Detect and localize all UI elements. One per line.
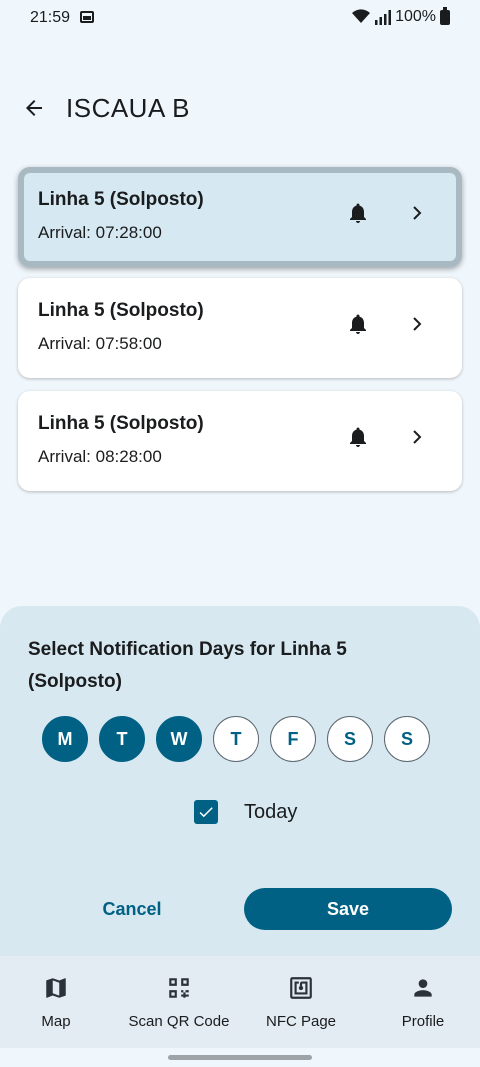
arrival-card[interactable]: Linha 5 (Solposto) Arrival: 08:28:00 [18, 391, 462, 491]
page-title: ISCAUA B [66, 93, 190, 123]
arrival-card[interactable]: Linha 5 (Solposto) Arrival: 07:58:00 [18, 278, 462, 378]
day-toggle-friday[interactable]: F [270, 716, 316, 762]
nav-label: Profile [401, 1013, 445, 1030]
wifi-icon [352, 9, 371, 23]
today-option: Today [194, 800, 297, 824]
signal-icon [375, 9, 392, 25]
chevron-right-icon[interactable] [404, 425, 428, 449]
nav-item-scan-qr[interactable]: Scan QR Code [119, 956, 239, 1048]
route-name: Linha 5 (Solposto) [38, 413, 204, 434]
qr-code-icon [169, 978, 189, 998]
day-toggle-saturday[interactable]: S [327, 716, 373, 762]
nav-item-profile[interactable]: Profile [383, 956, 463, 1048]
today-label: Today [244, 800, 298, 823]
day-toggle-wednesday[interactable]: W [156, 716, 202, 762]
arrival-card[interactable]: Linha 5 (Solposto) Arrival: 07:28:00 [18, 167, 462, 267]
arrow-back-icon [26, 100, 42, 116]
day-toggle-monday[interactable]: M [42, 716, 88, 762]
arrival-time: Arrival: 08:28:00 [38, 447, 162, 466]
person-icon [414, 979, 432, 997]
day-toggle-sunday[interactable]: S [384, 716, 430, 762]
status-bar: 21:59 100% [0, 0, 480, 36]
gallery-notification-icon [80, 11, 94, 23]
nav-item-nfc[interactable]: NFC Page [256, 956, 346, 1048]
arrival-time: Arrival: 07:28:00 [38, 223, 162, 242]
arrival-time: Arrival: 07:58:00 [38, 334, 162, 353]
today-checkbox[interactable] [194, 800, 218, 824]
route-name: Linha 5 (Solposto) [38, 189, 204, 210]
sheet-title: Select Notification Days for Linha 5 (So… [28, 639, 347, 692]
top-app-bar: ISCAUA B [0, 80, 480, 136]
check-icon [199, 807, 213, 818]
day-toggle-tuesday[interactable]: T [99, 716, 145, 762]
nav-label: NFC Page [265, 1013, 337, 1030]
route-name: Linha 5 (Solposto) [38, 300, 204, 321]
save-button[interactable]: Save [244, 888, 452, 930]
cancel-button[interactable]: Cancel [50, 888, 214, 930]
nav-label: Map [41, 1013, 71, 1030]
status-indicators: 100% [351, 6, 450, 26]
bell-icon[interactable] [346, 201, 370, 225]
bell-icon[interactable] [346, 425, 370, 449]
chevron-right-icon[interactable] [404, 312, 428, 336]
bottom-navigation: Map Scan QR Code NFC Page Profile [0, 956, 480, 1048]
nav-item-map[interactable]: Map [16, 956, 96, 1048]
back-button[interactable] [18, 92, 50, 124]
battery-percent: 100% [395, 8, 436, 25]
nav-label: Scan QR Code [128, 1013, 230, 1030]
chevron-right-icon[interactable] [404, 201, 428, 225]
day-toggle-thursday[interactable]: T [213, 716, 259, 762]
notification-days-sheet: Select Notification Days for Linha 5 (So… [0, 606, 480, 956]
day-selector: M T W T F S S [42, 716, 430, 762]
status-time: 21:59 [30, 9, 71, 26]
nfc-icon [290, 977, 312, 999]
bell-icon[interactable] [346, 312, 370, 336]
map-icon [46, 978, 66, 998]
battery-icon [440, 6, 450, 25]
gesture-handle[interactable] [168, 1055, 312, 1060]
